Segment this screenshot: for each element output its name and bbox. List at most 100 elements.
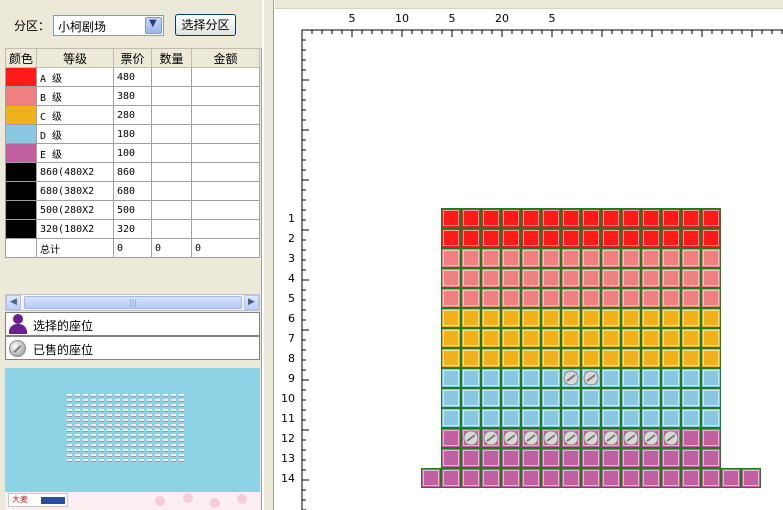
seat[interactable] [501,288,521,308]
seat[interactable] [701,408,721,428]
seat[interactable] [521,288,541,308]
seat[interactable] [601,268,621,288]
seat[interactable] [501,408,521,428]
seat[interactable] [601,328,621,348]
seat[interactable] [541,468,561,488]
seat[interactable] [641,268,661,288]
seat[interactable] [541,288,561,308]
seat[interactable] [701,208,721,228]
arrow-left-icon[interactable]: ◀ [6,295,21,310]
seat[interactable] [681,428,701,448]
seat[interactable] [501,228,521,248]
seat[interactable] [641,468,661,488]
seat[interactable] [661,368,681,388]
seat[interactable] [461,208,481,228]
seat[interactable] [461,248,481,268]
seat[interactable] [681,248,701,268]
seat[interactable] [501,448,521,468]
seat[interactable] [481,468,501,488]
seat[interactable] [501,208,521,228]
seat[interactable] [541,388,561,408]
seat[interactable] [661,328,681,348]
seat[interactable] [581,228,601,248]
seat[interactable] [561,468,581,488]
seat[interactable] [521,268,541,288]
zone-select[interactable]: 小柯剧场 ▼ [53,15,164,36]
seat[interactable] [601,248,621,268]
seat[interactable] [701,468,721,488]
seat[interactable] [521,328,541,348]
seat[interactable] [601,448,621,468]
seat[interactable] [561,448,581,468]
seat[interactable] [661,228,681,248]
seat[interactable] [621,348,641,368]
seat[interactable] [481,268,501,288]
seat[interactable] [541,448,561,468]
seat[interactable] [501,328,521,348]
seat[interactable] [621,368,641,388]
seat[interactable] [541,208,561,228]
seat[interactable] [641,368,661,388]
seat[interactable] [601,368,621,388]
seat[interactable] [521,368,541,388]
seat[interactable] [701,428,721,448]
seat[interactable] [661,448,681,468]
select-zone-button[interactable]: 选择分区 [175,14,236,36]
seat[interactable] [621,248,641,268]
seat[interactable] [521,348,541,368]
seat[interactable] [481,388,501,408]
seat[interactable] [501,368,521,388]
seat[interactable] [701,228,721,248]
scrollbar-thumb[interactable]: ||| [24,296,242,309]
price-row[interactable]: A 级 480 [5,67,260,87]
seat[interactable] [661,208,681,228]
seat[interactable] [481,228,501,248]
seat[interactable] [441,308,461,328]
seat[interactable] [581,408,601,428]
seat[interactable] [621,468,641,488]
seat[interactable] [441,328,461,348]
seat[interactable] [701,268,721,288]
seat[interactable] [541,268,561,288]
seat[interactable] [481,328,501,348]
seat[interactable] [641,388,661,408]
seat[interactable] [441,468,461,488]
seat[interactable] [521,208,541,228]
seat[interactable] [481,288,501,308]
seat[interactable] [521,228,541,248]
seat[interactable] [601,208,621,228]
seat[interactable] [581,288,601,308]
seat[interactable] [521,448,541,468]
seat[interactable] [561,268,581,288]
seat[interactable] [661,348,681,368]
seat[interactable] [461,228,481,248]
seat[interactable] [481,208,501,228]
seat[interactable] [641,328,661,348]
seat[interactable] [681,328,701,348]
seat[interactable] [441,208,461,228]
seat[interactable] [441,388,461,408]
seat[interactable] [701,388,721,408]
seat[interactable] [641,448,661,468]
seat[interactable] [721,468,741,488]
seat[interactable] [681,208,701,228]
seat[interactable] [621,328,641,348]
seat[interactable] [461,408,481,428]
seat[interactable] [701,308,721,328]
seat[interactable] [521,408,541,428]
seat[interactable] [601,408,621,428]
price-row[interactable]: 680(380X2 680 [5,181,260,201]
seat[interactable] [501,348,521,368]
header-amount[interactable]: 金额 [191,48,260,68]
price-row[interactable]: 500(280X2 500 [5,200,260,220]
seat[interactable] [541,308,561,328]
seat[interactable] [581,388,601,408]
price-row[interactable]: D 级 180 [5,124,260,144]
seat[interactable] [561,208,581,228]
seat[interactable] [561,348,581,368]
seat[interactable] [681,388,701,408]
seat[interactable] [561,288,581,308]
seat[interactable] [621,288,641,308]
seat[interactable] [521,248,541,268]
seat[interactable] [461,448,481,468]
